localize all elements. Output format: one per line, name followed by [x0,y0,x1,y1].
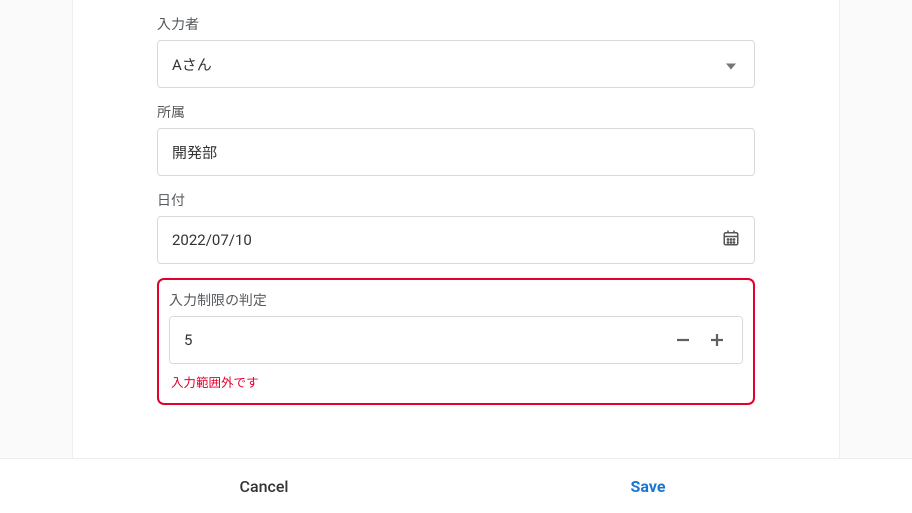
label-department: 所属 [157,102,755,122]
field-input-person: 入力者 [157,14,755,88]
error-limit-check: 入力範囲外です [171,372,743,391]
footer-bar: Cancel Save [0,458,912,513]
input-date[interactable] [157,216,755,264]
label-date: 日付 [157,190,755,210]
field-limit-check-highlight: 入力制限の判定 入力範囲 [157,278,755,405]
input-date-value[interactable] [172,231,740,249]
save-button[interactable]: Save [456,459,840,513]
minus-icon[interactable] [672,329,694,351]
field-date: 日付 [157,190,755,264]
label-limit-check: 入力制限の判定 [169,290,743,310]
dropdown-input-person[interactable] [157,40,755,88]
cancel-button[interactable]: Cancel [72,459,456,513]
calendar-icon[interactable] [722,229,740,251]
form-panel: 入力者 所属 日付 [72,0,840,458]
stepper-limit-check[interactable] [169,316,743,364]
field-department: 所属 [157,102,755,176]
input-department[interactable] [157,128,755,176]
stepper-buttons [672,329,728,351]
dropdown-input-person-value[interactable] [172,55,740,73]
plus-icon[interactable] [706,329,728,351]
input-department-value[interactable] [172,143,740,161]
label-input-person: 入力者 [157,14,755,34]
stepper-limit-check-value[interactable] [184,331,672,349]
